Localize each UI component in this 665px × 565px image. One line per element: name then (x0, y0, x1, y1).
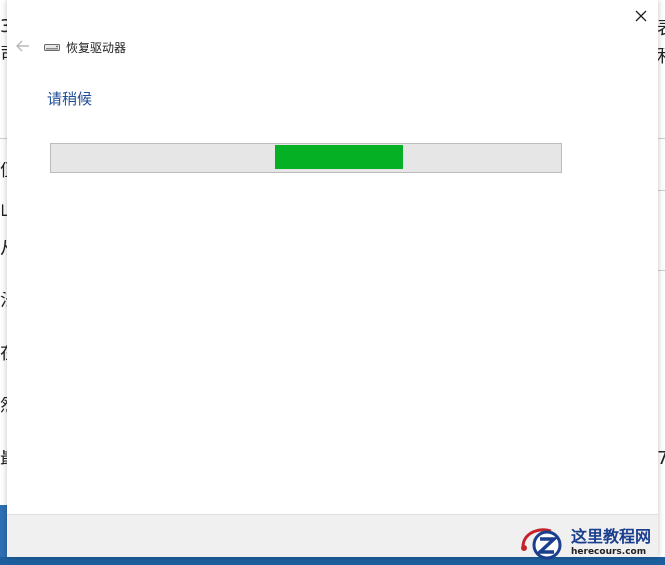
dialog-title: 恢复驱动器 (66, 40, 127, 55)
dialog-title-row: 恢复驱动器 (44, 38, 126, 56)
bg-text-fragment: 表 (657, 20, 665, 38)
bg-divider (657, 138, 665, 139)
close-icon (635, 10, 647, 22)
page-heading: 请稍候 (47, 90, 93, 108)
bg-divider (657, 190, 665, 191)
watermark-logo: 这里教程网 herecours.com (517, 523, 663, 563)
drive-icon (44, 44, 60, 51)
watermark-title: 这里教程网 (571, 527, 652, 546)
watermark-emblem-icon (521, 528, 562, 560)
bg-text-fragment: 利 (657, 48, 665, 66)
watermark-url: herecours.com (571, 547, 647, 557)
recovery-drive-dialog: 恢复驱动器 请稍候 (7, 0, 658, 557)
progress-bar-fill (275, 145, 403, 169)
back-button[interactable] (15, 38, 31, 54)
progress-bar (50, 143, 562, 173)
background-window-right: 表 利 7 (657, 0, 665, 565)
bg-text-fragment: 7 (657, 450, 665, 468)
bg-divider (657, 270, 665, 271)
close-button[interactable] (630, 5, 652, 27)
back-arrow-icon (16, 40, 29, 52)
